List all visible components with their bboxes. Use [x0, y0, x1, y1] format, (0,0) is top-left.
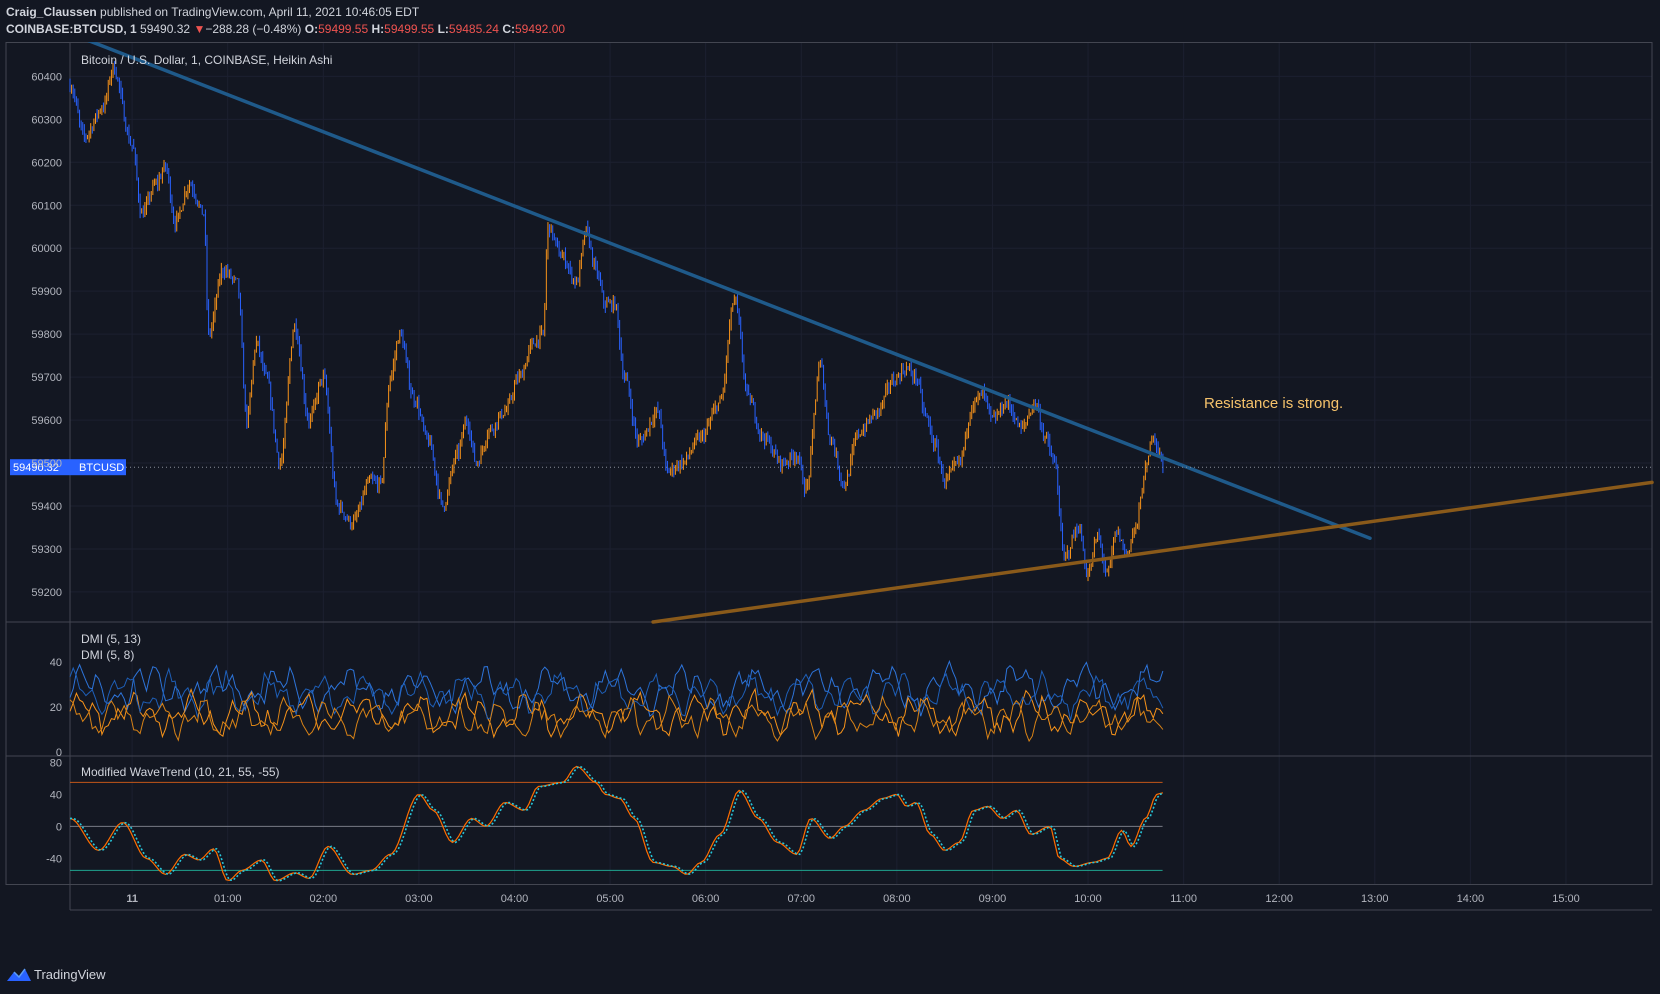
time-tick-label: 14:00	[1457, 893, 1485, 905]
time-tick-label: 11	[126, 893, 138, 905]
low-label: L:	[437, 22, 449, 36]
close-value: 59492.00	[514, 22, 566, 36]
annotation-text[interactable]: Resistance is strong.	[1204, 395, 1343, 412]
price-tick-label: 59200	[31, 587, 62, 599]
ohlc-legend: COINBASE:BTCUSD, 1 59490.32 ▼−288.28 (−0…	[6, 22, 565, 36]
price-tick-label: 59800	[31, 329, 62, 341]
wavetrend-tick-label: 80	[50, 757, 62, 769]
price-tick-label: 60300	[31, 114, 62, 126]
publish-info: Craig_Claussen published on TradingView.…	[6, 5, 419, 19]
price-tick-label: 59300	[31, 544, 62, 556]
time-tick-label: 01:00	[214, 893, 242, 905]
time-tick-label: 10:00	[1074, 893, 1102, 905]
wavetrend-tick-label: -40	[46, 853, 62, 865]
down-arrow-icon: ▼	[193, 22, 206, 36]
last-price: 59490.32	[140, 22, 191, 36]
price-tick-label: 59600	[31, 415, 62, 427]
time-tick-label: 11:00	[1170, 893, 1197, 905]
time-tick-label: 02:00	[310, 893, 338, 905]
time-tick-label: 07:00	[787, 893, 815, 905]
wavetrend-title: Modified WaveTrend (10, 21, 55, -55)	[81, 765, 280, 779]
open-value: 59499.55	[318, 22, 369, 36]
time-tick-label: 04:00	[501, 893, 529, 905]
price-tick-label: 59900	[31, 286, 62, 298]
low-value: 59485.24	[448, 22, 499, 36]
dmi-tick-label: 40	[50, 657, 62, 669]
time-tick-label: 08:00	[883, 893, 911, 905]
price-tick-label: 60100	[31, 200, 62, 212]
symbol-label[interactable]: COINBASE:BTCUSD, 1	[6, 22, 137, 36]
open-label: O:	[304, 22, 319, 36]
time-tick-label: 09:00	[979, 893, 1007, 905]
price-tick-label: 60000	[31, 243, 62, 255]
high-label: H:	[371, 22, 385, 36]
tradingview-brand[interactable]: TradingView	[34, 967, 106, 982]
price-label-tag: 59490.32 BTCUSD	[10, 459, 126, 476]
price-tick-label: 60200	[31, 157, 62, 169]
chart-background	[0, 42, 1660, 957]
chart-title: Bitcoin / U.S. Dollar, 1, COINBASE, Heik…	[81, 53, 332, 67]
dmi-subtitle: DMI (5, 8)	[81, 648, 134, 662]
chart-area[interactable]: Bitcoin / U.S. Dollar, 1, COINBASE, Heik…	[0, 42, 1660, 957]
high-value: 59499.55	[384, 22, 435, 36]
tradingview-logo-icon[interactable]	[6, 965, 32, 985]
time-tick-label: 13:00	[1361, 893, 1389, 905]
author-name[interactable]: Craig_Claussen	[6, 5, 97, 19]
price-tick-label: 59500	[31, 458, 62, 470]
time-tick-label: 06:00	[692, 893, 720, 905]
close-label: C:	[502, 22, 515, 36]
symbol-tag-text: BTCUSD	[79, 462, 124, 474]
footer: TradingView	[0, 957, 1660, 994]
dmi-title: DMI (5, 13)	[81, 632, 141, 646]
published-text: published on TradingView.com, April 11, …	[100, 5, 420, 19]
wavetrend-tick-label: 40	[50, 789, 62, 801]
price-tick-label: 59400	[31, 501, 62, 513]
time-tick-label: 03:00	[405, 893, 433, 905]
publish-header: Craig_Claussen published on TradingView.…	[0, 0, 1660, 42]
wavetrend-tick-label: 0	[56, 821, 62, 833]
price-tick-label: 59700	[31, 372, 62, 384]
time-tick-label: 05:00	[596, 893, 624, 905]
dmi-tick-label: 20	[50, 702, 62, 714]
time-tick-label: 12:00	[1265, 893, 1293, 905]
price-change: −288.28 (−0.48%)	[205, 22, 302, 36]
price-tick-label: 60400	[31, 71, 62, 83]
time-tick-label: 15:00	[1552, 893, 1580, 905]
